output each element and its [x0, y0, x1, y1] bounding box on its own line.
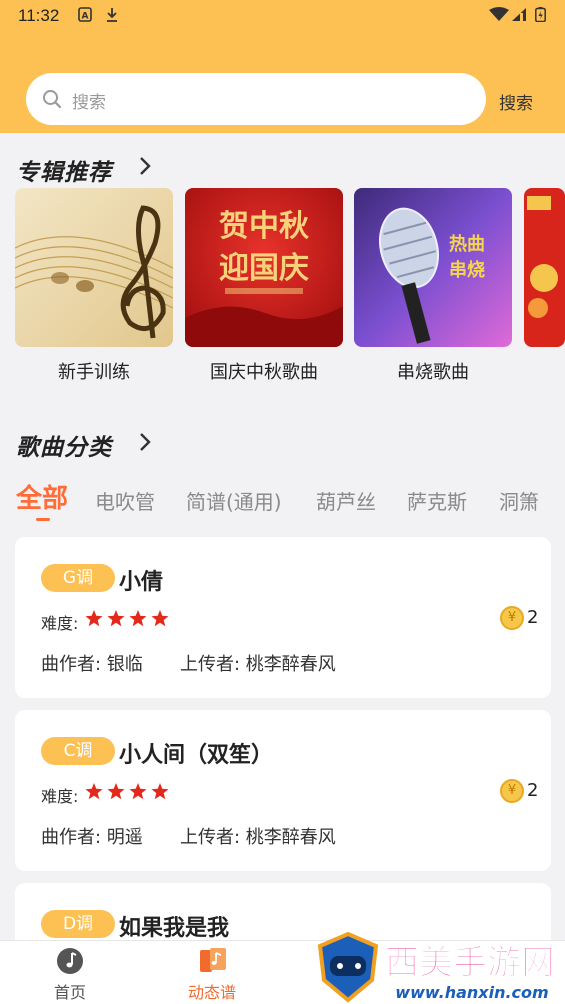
battery-icon [535, 7, 546, 22]
treble-clef-image [15, 188, 173, 347]
coin-icon: ¥ [500, 779, 524, 803]
tab-dongxiao[interactable]: 洞箫 [499, 486, 539, 515]
search-input[interactable]: 搜索 [26, 73, 486, 125]
watermark-logo: 西美手游网 www.hanxin.com [312, 930, 565, 1004]
tab-all[interactable]: 全部 [16, 478, 68, 515]
star-icon [107, 610, 125, 627]
festival-poster-image: 贺中秋 迎国庆 [185, 188, 343, 347]
uploader: 上传者: 桃李醉春风 [180, 827, 336, 848]
song-title: 小人间（双笙） [119, 743, 274, 768]
microphone-image: 热曲 串烧 [354, 188, 512, 347]
a-notification-icon: A [78, 7, 92, 22]
album-card-medley[interactable]: 热曲 串烧 串烧歌曲 [354, 188, 512, 383]
star-icon [129, 610, 147, 627]
star-icon [129, 783, 147, 800]
album-cover [15, 188, 173, 347]
download-icon [107, 8, 117, 22]
composer: 曲作者: 明遥 [41, 827, 143, 848]
album-card-national-day[interactable]: 贺中秋 迎国庆 国庆中秋歌曲 [185, 188, 343, 383]
star-icon [151, 783, 169, 800]
poster-text-line1: 贺中秋 [219, 209, 309, 244]
search-button[interactable]: 搜索 [499, 89, 533, 114]
song-title: 如果我是我 [119, 916, 230, 940]
header-bar: 11:32 A 搜索 搜索 [0, 0, 565, 133]
composer: 曲作者: 银临 [41, 654, 143, 675]
nav-home[interactable]: 首页 [25, 941, 115, 1004]
nav-dynamic-score[interactable]: 动态谱 [167, 941, 257, 1004]
poster-text-line2: 迎国庆 [219, 251, 309, 286]
album-cover [524, 188, 565, 347]
song-title: 小倩 [119, 570, 164, 595]
search-placeholder: 搜索 [72, 93, 106, 113]
album-cover: 贺中秋 迎国庆 [185, 188, 343, 347]
search-icon [43, 90, 62, 109]
score-icon [200, 948, 226, 972]
watermark-title: 西美手游网 [385, 943, 555, 983]
tab-electric-wind[interactable]: 电吹管 [95, 486, 155, 515]
category-section-title[interactable]: 歌曲分类 [16, 428, 112, 462]
difficulty-stars [85, 783, 169, 800]
star-icon [85, 783, 103, 800]
music-note-icon [57, 948, 83, 974]
nav-label: 动态谱 [187, 983, 236, 1002]
active-tab-indicator [36, 518, 50, 521]
poster-text-line1: 热曲 [449, 233, 485, 255]
coin-icon: ¥ [500, 606, 524, 630]
wifi-icon [489, 7, 509, 21]
difficulty-label: 难度: [41, 787, 79, 806]
album-card-beginner[interactable]: 新手训练 [15, 188, 173, 383]
key-badge: D调 [41, 910, 115, 938]
coin-count: 2 [527, 607, 539, 628]
status-bar: 11:32 A [0, 0, 565, 32]
album-cover: 热曲 串烧 [354, 188, 512, 347]
status-time: 11:32 [18, 6, 60, 25]
signal-icon [512, 8, 526, 21]
album-section-title[interactable]: 专辑推荐 [16, 153, 112, 187]
star-icon [151, 610, 169, 627]
song-card[interactable]: C调 小人间（双笙） 难度: ¥ 2 曲作者: 明遥 上传者: 桃李醉春风 [15, 710, 551, 871]
key-badge: G调 [41, 564, 115, 592]
new-year-poster-image [524, 188, 565, 347]
difficulty-label: 难度: [41, 614, 79, 633]
nav-label: 首页 [53, 983, 86, 1002]
song-card[interactable]: G调 小倩 难度: ¥ 2 曲作者: 银临 上传者: 桃李醉春风 [15, 537, 551, 698]
tab-jianpu[interactable]: 简谱(通用) [186, 486, 282, 515]
album-label: 新手训练 [58, 362, 130, 383]
album-label: 国庆中秋歌曲 [210, 362, 318, 383]
watermark-graphic: 西美手游网 www.hanxin.com [317, 931, 556, 1003]
chevron-right-icon[interactable] [139, 432, 151, 452]
album-card-partial[interactable]: 喜 [524, 188, 565, 347]
poster-text-line2: 串烧 [449, 260, 485, 281]
tab-saxophone[interactable]: 萨克斯 [407, 486, 467, 515]
svg-text:A: A [82, 12, 89, 22]
difficulty-stars [85, 610, 169, 627]
star-icon [107, 783, 125, 800]
tab-hulusi[interactable]: 葫芦丝 [316, 486, 376, 515]
chevron-right-icon[interactable] [139, 156, 151, 176]
uploader: 上传者: 桃李醉春风 [180, 654, 336, 675]
coin-count: 2 [527, 780, 539, 801]
album-label: 串烧歌曲 [397, 362, 469, 383]
key-badge: C调 [41, 737, 115, 765]
star-icon [85, 610, 103, 627]
watermark-url: www.hanxin.com [395, 983, 548, 1002]
